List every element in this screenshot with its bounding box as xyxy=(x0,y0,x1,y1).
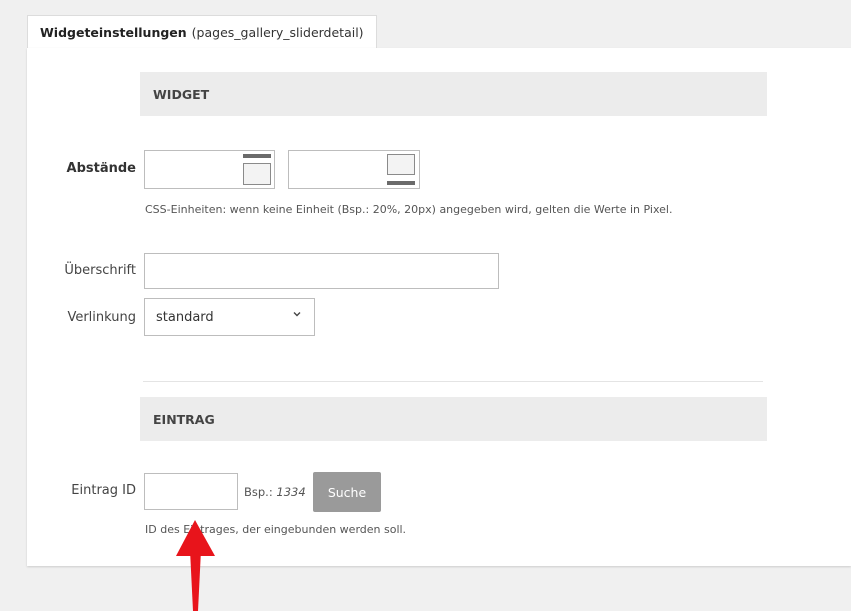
spacing-top-icon xyxy=(243,154,271,185)
entry-example-prefix: Bsp.: xyxy=(244,485,273,499)
spacing-top-input[interactable] xyxy=(144,150,275,189)
spacing-bottom-input[interactable] xyxy=(288,150,420,189)
tab-subtitle: (pages_gallery_sliderdetail) xyxy=(191,25,364,40)
link-select[interactable]: standard xyxy=(144,298,315,336)
spacing-label: Abstände xyxy=(66,161,136,176)
section-header-entry: EINTRAG xyxy=(140,397,767,441)
section-header-widget: WIDGET xyxy=(140,72,767,116)
entry-id-label: Eintrag ID xyxy=(71,483,136,498)
tab-title: Widgeteinstellungen xyxy=(40,25,187,40)
heading-label: Überschrift xyxy=(64,263,136,278)
spacing-hint: CSS-Einheiten: wenn keine Einheit (Bsp.:… xyxy=(145,203,673,216)
tab-bar: Widgeteinstellungen (pages_gallery_slide… xyxy=(18,8,851,49)
divider xyxy=(143,381,763,382)
spacing-bottom-icon xyxy=(387,154,415,185)
chevron-down-icon xyxy=(293,312,301,317)
entry-example: Bsp.: 1334 xyxy=(244,485,306,499)
entry-id-input[interactable] xyxy=(144,473,238,510)
entry-example-value: 1334 xyxy=(276,485,306,499)
search-button[interactable]: Suche xyxy=(313,472,381,512)
tab-widget-settings[interactable]: Widgeteinstellungen (pages_gallery_slide… xyxy=(27,15,377,49)
link-label: Verlinkung xyxy=(67,310,136,325)
red-arrow-icon xyxy=(176,520,215,611)
link-select-value: standard xyxy=(156,309,214,325)
heading-input[interactable] xyxy=(144,253,499,289)
